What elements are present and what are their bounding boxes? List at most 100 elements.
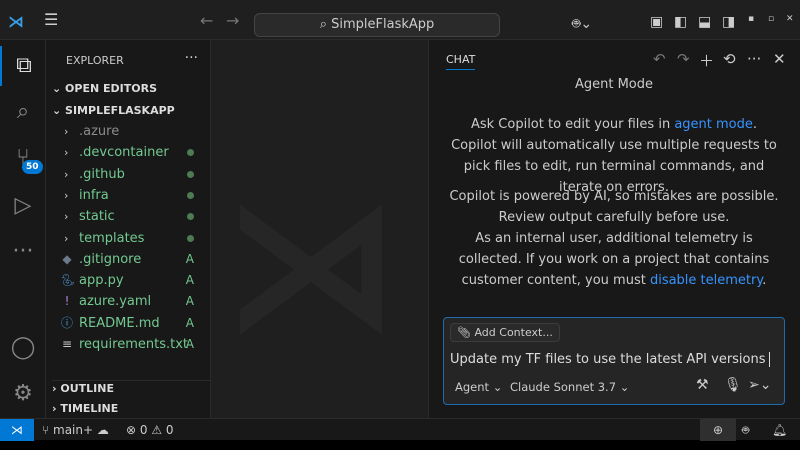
toggle-secondary-sidebar-icon[interactable]: ◨ bbox=[722, 14, 735, 30]
send-icon[interactable]: ➢⌄ bbox=[748, 377, 771, 393]
yaml-icon: ! bbox=[64, 294, 70, 309]
tab-chat[interactable]: CHAT bbox=[446, 53, 476, 70]
account-icon[interactable]: ◯ bbox=[0, 328, 46, 368]
chat-input[interactable]: Update my TF files to use the latest API… bbox=[450, 352, 770, 367]
more-icon[interactable]: ··· bbox=[0, 232, 46, 272]
modified-dot-icon bbox=[187, 164, 194, 185]
tree-item-label: app.py bbox=[79, 273, 124, 289]
copilot-icon[interactable]: 🤖︎⌄ bbox=[572, 14, 592, 34]
tree-item[interactable]: › .azure bbox=[46, 121, 210, 142]
undo-icon[interactable]: ↶ bbox=[653, 50, 666, 68]
close-icon[interactable]: ✕ bbox=[773, 50, 786, 68]
tree-item[interactable]: › infra bbox=[46, 185, 210, 206]
search-icon[interactable]: ⌕ bbox=[0, 92, 46, 132]
minimize-icon[interactable]: ▪ bbox=[748, 14, 754, 24]
tree-item[interactable]: ⓘ README.md A bbox=[46, 313, 210, 334]
redo-icon[interactable]: ↷ bbox=[677, 50, 690, 68]
info-icon: ⓘ bbox=[60, 315, 73, 330]
new-chat-icon[interactable]: ＋ bbox=[699, 50, 714, 71]
model-dropdown[interactable]: Claude Sonnet 3.7 ⌄ bbox=[510, 380, 629, 394]
project-section[interactable]: ⌄ SIMPLEFLASKAPP bbox=[52, 104, 175, 117]
maximize-icon[interactable]: ▫ bbox=[768, 14, 774, 24]
tree-item-label: .azure bbox=[79, 124, 120, 139]
tree-item[interactable]: ◆ .gitignore A bbox=[46, 249, 210, 270]
ai-disclaimer: Copilot is powered by AI, so mistakes ar… bbox=[449, 189, 779, 225]
command-center-search[interactable]: ⌕ SimpleFlaskApp bbox=[254, 13, 500, 37]
add-context-button[interactable]: 📎︎ Add Context... bbox=[450, 323, 560, 342]
gitignore-icon: ◆ bbox=[62, 251, 72, 266]
tree-item[interactable]: › static bbox=[46, 206, 210, 227]
paperclip-icon: 📎︎ bbox=[457, 326, 471, 339]
tree-item[interactable]: ≡ requirements.txt A bbox=[46, 334, 210, 355]
vscode-watermark-icon: ⋊ bbox=[221, 160, 401, 369]
toggle-sidebar-icon[interactable]: ◧ bbox=[674, 14, 687, 30]
tree-item[interactable]: › .github bbox=[46, 164, 210, 185]
disable-telemetry-link[interactable]: disable telemetry bbox=[650, 273, 762, 288]
tree-item-label: infra bbox=[79, 187, 109, 203]
layout-icon[interactable]: ▣ bbox=[650, 14, 663, 30]
tree-item[interactable]: ! azure.yaml A bbox=[46, 291, 210, 312]
history-icon[interactable]: ⟲ bbox=[723, 50, 736, 68]
chat-heading: Agent Mode bbox=[574, 77, 654, 92]
branch-indicator[interactable]: ⑂ main+ ☁ bbox=[42, 419, 109, 441]
more-icon[interactable]: ··· bbox=[747, 50, 761, 68]
microphone-icon[interactable]: 🎙︎ bbox=[724, 377, 742, 393]
timeline-section[interactable]: › TIMELINE bbox=[52, 402, 118, 415]
chevron-right-icon: › bbox=[64, 188, 69, 202]
back-icon[interactable]: ← bbox=[200, 11, 213, 30]
chevron-right-icon: › bbox=[64, 125, 69, 138]
close-window-icon[interactable]: ✕ bbox=[786, 14, 794, 24]
tree-item-label: .gitignore bbox=[79, 251, 142, 267]
python-icon: 🐍︎ bbox=[60, 273, 76, 288]
settings-gear-icon[interactable]: ⚙ bbox=[0, 374, 46, 414]
git-status: A bbox=[185, 251, 194, 266]
chevron-right-icon: › bbox=[64, 167, 69, 181]
forward-icon[interactable]: → bbox=[226, 11, 239, 30]
modified-dot-icon bbox=[187, 185, 194, 206]
mode-dropdown[interactable]: Agent ⌄ bbox=[455, 380, 502, 394]
notifications-bell-icon[interactable]: 🔔︎ bbox=[772, 419, 787, 441]
vscode-logo-icon: ⋊ bbox=[8, 12, 24, 31]
git-status: A bbox=[185, 337, 194, 351]
tree-item[interactable]: 🐍︎ app.py A bbox=[46, 270, 210, 291]
modified-dot-icon bbox=[187, 142, 194, 163]
modified-dot-icon bbox=[187, 228, 194, 249]
more-actions-icon[interactable]: ··· bbox=[185, 50, 198, 66]
problems-indicator[interactable]: ⊗ 0 ⚠ 0 bbox=[126, 419, 174, 441]
chat-panel: CHAT ↶ ↷ ＋ ⟲ ··· ✕ Agent Mode Ask Copilo… bbox=[428, 40, 800, 418]
tree-item-label: README.md bbox=[79, 315, 160, 331]
agent-mode-link[interactable]: agent mode bbox=[674, 117, 753, 132]
explorer-sidebar: EXPLORER ··· ⌄ OPEN EDITORS ⌄ SIMPLEFLAS… bbox=[46, 40, 211, 418]
tree-item-label: requirements.txt bbox=[79, 337, 189, 352]
chevron-right-icon: › bbox=[64, 146, 69, 160]
text-file-icon: ≡ bbox=[61, 337, 73, 351]
remote-icon[interactable]: ⋊ bbox=[0, 419, 34, 441]
activity-bar: ⧉ ⌕ ⑂ 50 ▷ ··· ◯ ⚙ bbox=[0, 40, 46, 418]
zoom-icon[interactable]: ⊕ bbox=[700, 419, 736, 441]
git-status: A bbox=[185, 315, 194, 330]
tools-icon[interactable]: ⚒ bbox=[696, 377, 709, 393]
tree-item-label: static bbox=[79, 209, 115, 225]
run-debug-icon[interactable]: ▷ bbox=[0, 186, 46, 226]
outline-section[interactable]: › OUTLINE bbox=[52, 380, 210, 395]
tree-item-label: .devcontainer bbox=[79, 145, 169, 161]
tree-item[interactable]: › templates bbox=[46, 228, 210, 249]
telemetry-notice: As an internal user, additional telemetr… bbox=[458, 231, 770, 288]
menu-icon[interactable]: ☰ bbox=[44, 10, 58, 29]
toggle-panel-icon[interactable]: ⬓ bbox=[698, 14, 711, 30]
git-status: A bbox=[185, 273, 194, 288]
tree-item-label: templates bbox=[79, 230, 145, 246]
explorer-icon[interactable]: ⧉ bbox=[0, 46, 46, 86]
modified-dot-icon bbox=[187, 206, 194, 227]
editor-area: ⋊ bbox=[211, 40, 428, 418]
chevron-right-icon: › bbox=[64, 210, 69, 224]
copilot-status-icon[interactable]: 🤖︎ bbox=[742, 419, 749, 441]
tree-item-label: .github bbox=[79, 166, 125, 182]
search-label: SimpleFlaskApp bbox=[331, 17, 435, 32]
tree-item[interactable]: › .devcontainer bbox=[46, 142, 210, 163]
git-status: A bbox=[185, 294, 194, 309]
chat-input-box[interactable]: 📎︎ Add Context... Update my TF files to … bbox=[443, 317, 785, 405]
chevron-right-icon: › bbox=[64, 231, 69, 245]
open-editors-section[interactable]: ⌄ OPEN EDITORS bbox=[52, 82, 157, 95]
title-bar: ⋊ ☰ ← → ⌕ SimpleFlaskApp 🤖︎⌄ ▣ ◧ ⬓ ◨ ▪ ▫… bbox=[0, 0, 800, 40]
